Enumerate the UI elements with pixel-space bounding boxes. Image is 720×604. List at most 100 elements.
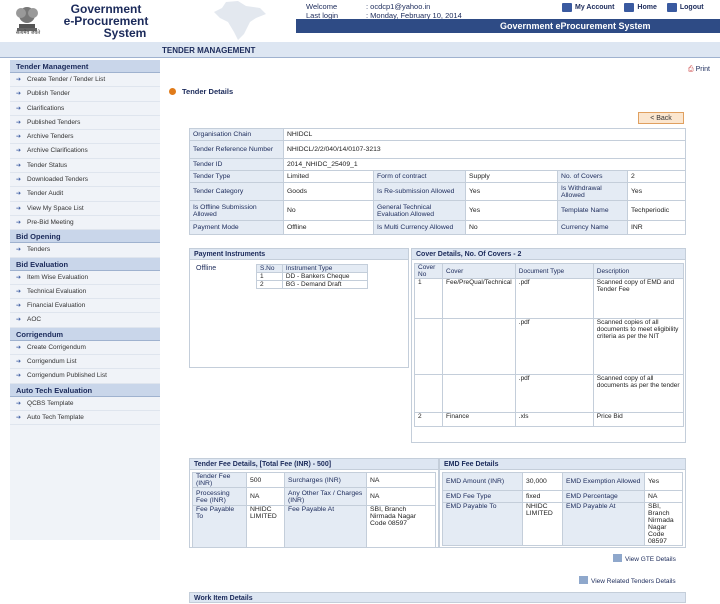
arrow-right-icon: ➔ xyxy=(16,105,22,112)
arrow-right-icon: ➔ xyxy=(16,77,22,83)
work-item-details-header: Work Item Details xyxy=(189,592,686,603)
emd-fee-table: EMD Amount (INR) 30,000 EMD Exemption Al… xyxy=(442,472,683,546)
print-link[interactable]: ⎙ Print xyxy=(688,66,710,74)
sidebar-group-header[interactable]: Tender Management xyxy=(10,60,160,73)
my-account-link[interactable]: My Account xyxy=(562,3,614,12)
category-value: Goods xyxy=(283,182,374,201)
payment-column-header: Instrument Type xyxy=(281,264,369,273)
tender-fee-value: 500 xyxy=(246,472,285,488)
sidebar-group-header[interactable]: Auto Tech Evaluation xyxy=(10,383,160,397)
sidebar-item-label: Published Tenders xyxy=(27,118,81,126)
sidebar-item-label: Tenders xyxy=(27,246,51,254)
sidebar-item-label: Corrigendum Published List xyxy=(27,372,107,380)
sidebar-item[interactable]: ➔ Create Tender / Tender List xyxy=(10,73,160,88)
back-button[interactable]: < Back xyxy=(638,112,684,124)
cover-cell: Scanned copies of all documents to meet … xyxy=(592,318,685,375)
emd-fee-panel: EMD Fee Details EMD Amount (INR) 30,000 … xyxy=(439,458,686,548)
emd-exemption-value: Yes xyxy=(644,472,683,491)
logout-link[interactable]: Logout xyxy=(666,3,704,12)
view-related-label: View Related Tenders Details xyxy=(591,578,676,585)
arrow-right-icon: ➔ xyxy=(16,162,22,169)
sidebar-item-label: Technical Evaluation xyxy=(27,287,87,295)
sidebar-item[interactable]: ➔ View My Space List xyxy=(10,202,160,216)
tender-fee-panel: Tender Fee Details, [Total Fee (INR) - 5… xyxy=(189,458,439,548)
sidebar-item-label: Item Wise Evaluation xyxy=(27,273,89,281)
sidebar-item[interactable]: ➔ Auto Tech Template xyxy=(10,411,160,426)
sidebar-item-label: Create Tender / Tender List xyxy=(27,76,106,83)
cover-cell xyxy=(414,374,443,413)
home-link[interactable]: Home xyxy=(624,3,657,12)
template-label: Template Name xyxy=(557,200,628,221)
payment-cell: 1 xyxy=(256,272,283,281)
sidebar-item[interactable]: ➔ Tender Audit xyxy=(10,187,160,202)
sidebar-item[interactable]: ➔ Technical Evaluation xyxy=(10,285,160,300)
sidebar-item[interactable]: ➔ Financial Evaluation xyxy=(10,299,160,314)
app-title: Government e-Procurement System xyxy=(52,3,160,39)
withdrawal-label: Is Withdrawal Allowed xyxy=(557,182,628,201)
sidebar-group-header[interactable]: Bid Opening xyxy=(10,230,160,244)
cover-cell xyxy=(442,318,516,375)
cover-cell: Fee/PreQual/Technical xyxy=(442,278,516,319)
sidebar-item[interactable]: ➔ Downloaded Tenders xyxy=(10,173,160,188)
arrow-right-icon: ➔ xyxy=(16,274,22,281)
bullet-icon xyxy=(169,88,176,95)
account-icon xyxy=(562,3,572,12)
cover-cell: 1 xyxy=(414,278,443,319)
payment-cell: DD - Bankers Cheque xyxy=(281,272,369,281)
document-icon xyxy=(579,576,588,584)
arrow-right-icon: ➔ xyxy=(16,219,22,226)
other-charges-label: Any Other Tax / Charges (INR) xyxy=(284,487,367,506)
org-value: NHIDCL xyxy=(283,128,686,141)
emd-payable-at-value: SBI, Branch Nirmada Nagar Code 08597 xyxy=(644,502,683,546)
cover-cell: Scanned copy of all documents as per the… xyxy=(592,374,685,413)
sidebar-group-header[interactable]: Corrigendum xyxy=(10,327,160,341)
offline-label: Is Offline Submission Allowed xyxy=(189,200,284,221)
ref-label: Tender Reference Number xyxy=(189,140,284,159)
ref-value: NHIDCL/2/2/040/14/0107-3213 xyxy=(283,140,686,159)
sidebar-item[interactable]: ➔ Corrigendum Published List xyxy=(10,369,160,384)
sidebar-item-label: Auto Tech Template xyxy=(27,413,84,421)
payment-cell: 2 xyxy=(256,280,283,289)
sidebar-item[interactable]: ➔ Publish Tender xyxy=(10,87,160,102)
tender-fee-title: Tender Fee Details, [Total Fee (INR) - 5… xyxy=(190,459,438,470)
emd-amount-value: 30,000 xyxy=(522,472,563,491)
payment-mode-offline: Offline xyxy=(196,265,217,272)
payment-mode-value: Offline xyxy=(283,220,374,235)
template-value: Techperiodic xyxy=(627,200,686,221)
sidebar-item[interactable]: ➔ Tenders xyxy=(10,243,160,258)
sidebar-item-label: Pre-Bid Meeting xyxy=(27,218,74,226)
view-related-tenders-link[interactable]: View Related Tenders Details xyxy=(579,576,676,585)
emd-payable-at-label: EMD Payable At xyxy=(562,502,645,546)
resubmission-value: Yes xyxy=(465,182,558,201)
print-label: Print xyxy=(695,66,710,73)
sidebar-item[interactable]: ➔ Corrigendum List xyxy=(10,355,160,370)
sidebar-item[interactable]: ➔ QCBS Template xyxy=(10,397,160,411)
sidebar-item[interactable]: ➔ Archive Tenders xyxy=(10,130,160,145)
sidebar-group-header[interactable]: Bid Evaluation xyxy=(10,257,160,271)
fee-payable-at-value: SBI, Branch Nirmada Nagar Code 08597 xyxy=(366,505,436,548)
sidebar-item[interactable]: ➔ AOC xyxy=(10,313,160,328)
sidebar-item-label: AOC xyxy=(27,316,42,324)
emd-payable-to-value: NHIDC LIMITED xyxy=(522,502,563,546)
view-gte-details-link[interactable]: View GTE Details xyxy=(613,554,676,563)
tender-fee-label: Tender Fee (INR) xyxy=(192,472,247,488)
main-content: ⎙ Print Tender Details < Back Organisati… xyxy=(165,60,720,603)
sidebar-item[interactable]: ➔ Create Corrigendum xyxy=(10,341,160,356)
welcome-value: : ocdcp1@yahoo.in xyxy=(366,2,431,11)
user-info: Welcome: ocdcp1@yahoo.in Last login: Mon… xyxy=(306,2,462,20)
emd-percentage-label: EMD Percentage xyxy=(562,490,645,503)
sidebar-item[interactable]: ➔ Archive Clarifications xyxy=(10,144,160,159)
sidebar-item[interactable]: ➔ Item Wise Evaluation xyxy=(10,271,160,285)
sidebar-item[interactable]: ➔ Clarifications xyxy=(10,102,160,116)
arrow-right-icon: ➔ xyxy=(16,119,22,126)
surcharge-label: Surcharges (INR) xyxy=(284,472,367,488)
sidebar-item[interactable]: ➔ Published Tenders xyxy=(10,116,160,131)
sidebar-item[interactable]: ➔ Pre-Bid Meeting xyxy=(10,216,160,231)
arrow-right-icon: ➔ xyxy=(16,177,22,184)
basic-details-table: Organisation Chain NHIDCL Tender Referen… xyxy=(189,128,686,235)
sidebar-item-label: Financial Evaluation xyxy=(27,302,86,310)
sidebar-item[interactable]: ➔ Tender Status xyxy=(10,159,160,174)
sidebar-item-label: Clarifications xyxy=(27,104,65,112)
cover-details-table: Cover No Cover Document Type Description 1 Fe… xyxy=(414,263,685,427)
tender-type-value: Limited xyxy=(283,170,374,183)
